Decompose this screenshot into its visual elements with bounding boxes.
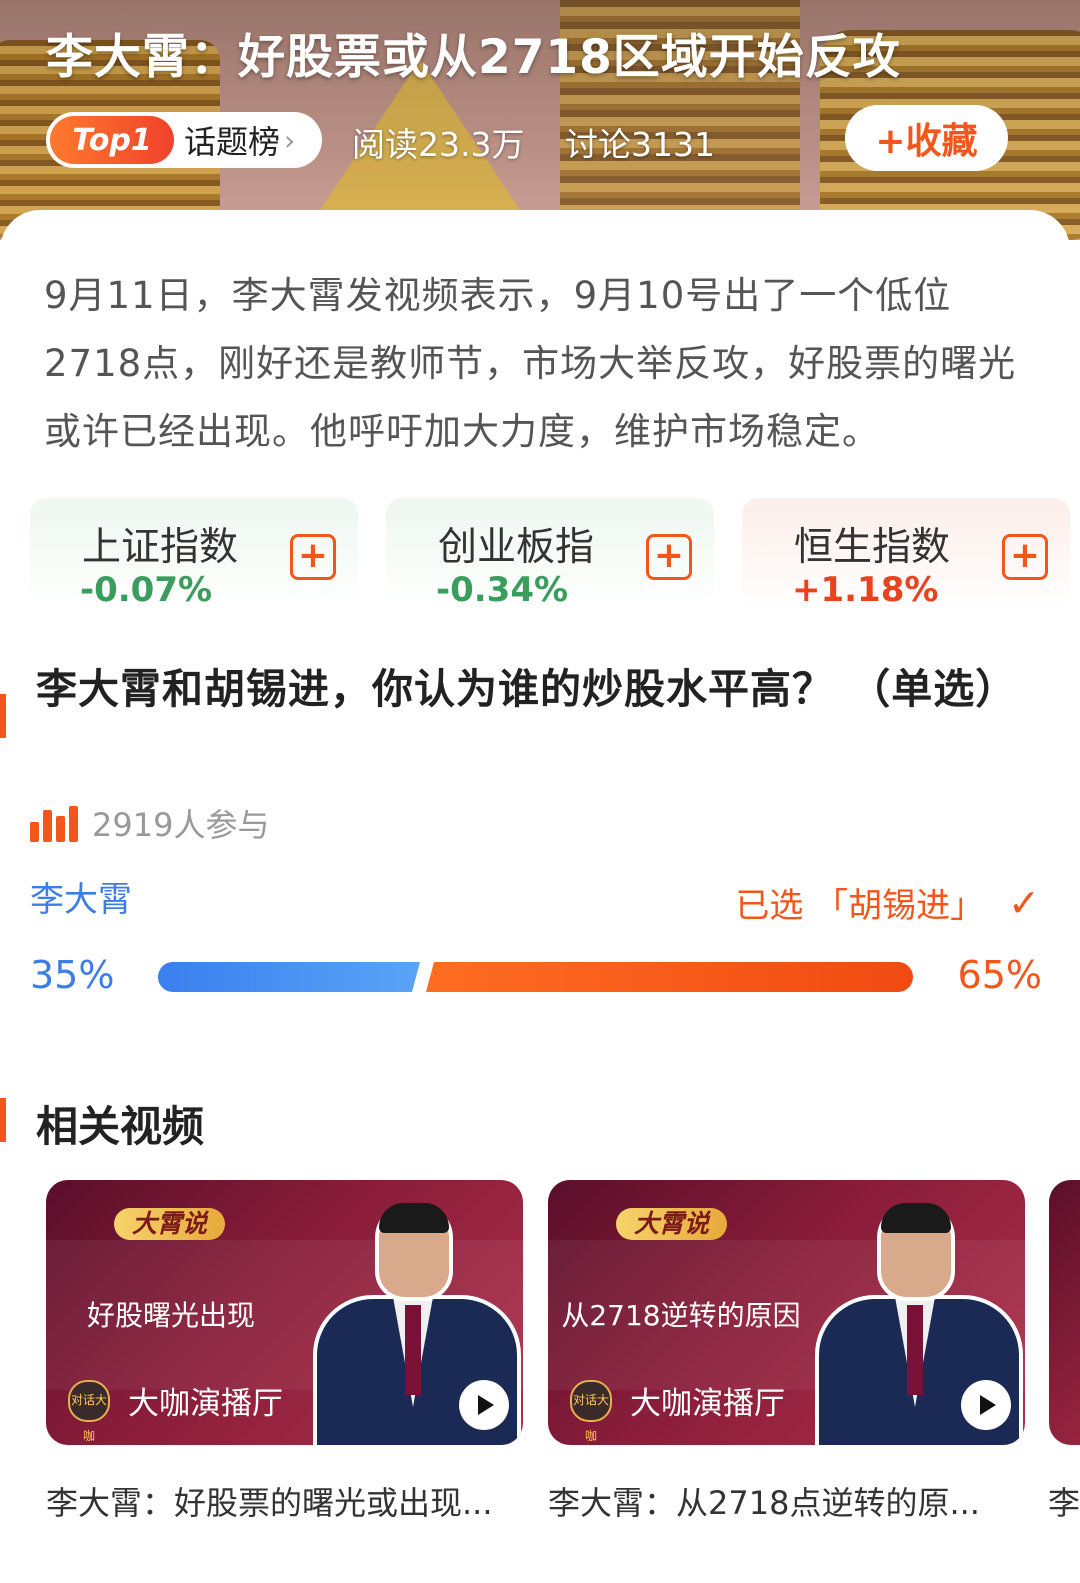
index-name: 上证指数 (82, 525, 239, 570)
index-card-shanghai[interactable]: 上证指数 -0.07% + (30, 498, 358, 610)
poll-participants: 2919人参与 (30, 800, 269, 846)
channel-avatar: 对话大咖 (570, 1379, 612, 1443)
video-caption[interactable]: 李大霄：从2718点逆转的原... (548, 1478, 1028, 1524)
index-change: +1.18% (792, 570, 939, 610)
bar-chart-icon (30, 804, 78, 842)
video-tag: 大霄说 (114, 1208, 226, 1240)
add-watchlist-icon[interactable]: + (290, 534, 336, 580)
play-icon[interactable] (459, 1380, 509, 1430)
index-name: 创业板指 (438, 525, 595, 570)
discussion-count: 讨论3131 (564, 125, 715, 164)
video-channel: 对话大咖 大咖演播厅 (68, 1378, 283, 1443)
poll-right-percent: 65% (957, 953, 1042, 997)
video-card[interactable]: 大霄说 好股曙光出现 对话大咖 大咖演播厅 (46, 1180, 523, 1445)
section-accent-bar (0, 1098, 6, 1142)
video-channel: 对话大咖 大咖演播厅 (570, 1378, 785, 1443)
poll-option-left[interactable]: 李大霄 (30, 872, 132, 921)
index-name: 恒生指数 (794, 525, 951, 570)
topic-banner: 李大霄：好股票或从2718区域开始反攻 Top1 话题榜 › 阅读23.3万 讨… (0, 0, 1080, 240)
channel-avatar: 对话大咖 (68, 1379, 110, 1443)
poll-left-percent: 35% (30, 953, 115, 997)
topic-rank-link[interactable]: Top1 话题榜 › (46, 112, 322, 168)
video-card-partial[interactable] (1049, 1180, 1080, 1445)
video-caption[interactable]: 李大霄：好股票的曙光或出现... (46, 1478, 526, 1524)
related-videos-title: 相关视频 (36, 1102, 205, 1151)
channel-name: 大咖演播厅 (630, 1386, 785, 1422)
video-card[interactable]: 大霄说 从2718逆转的原因 对话大咖 大咖演播厅 (548, 1180, 1025, 1445)
poll-selected-option: 已选 「胡锡进」 ✓ (735, 878, 1040, 927)
selected-label: 已选 「胡锡进」 (735, 886, 985, 926)
check-icon: ✓ (1008, 880, 1040, 925)
participant-count: 2919人参与 (92, 806, 270, 844)
poll-bar-right (426, 962, 913, 992)
rank-badge: Top1 (50, 116, 174, 164)
section-accent-bar (0, 694, 6, 738)
index-change: -0.07% (80, 570, 213, 610)
add-watchlist-icon[interactable]: + (646, 534, 692, 580)
topic-title: 李大霄：好股票或从2718区域开始反攻 (46, 30, 901, 85)
video-caption-partial[interactable]: 李 (1048, 1478, 1080, 1524)
poll-bar-left (158, 962, 420, 992)
add-watchlist-icon[interactable]: + (1002, 534, 1048, 580)
poll-question: 李大霄和胡锡进，你认为谁的炒股水平高？ （单选） (36, 665, 1018, 713)
video-headline: 从2718逆转的原因 (561, 1299, 801, 1332)
index-card-hangseng[interactable]: 恒生指数 +1.18% + (742, 498, 1070, 610)
chevron-right-icon: › (284, 123, 296, 157)
channel-name: 大咖演播厅 (128, 1386, 283, 1422)
rank-label: 话题榜 (184, 123, 281, 161)
topic-summary: 9月11日，李大霄发视频表示，9月10号出了一个低位2718点，刚好还是教师节，… (44, 274, 1017, 453)
poll-result-bar (158, 962, 913, 992)
video-headline: 好股曙光出现 (86, 1299, 255, 1332)
play-icon[interactable] (961, 1380, 1011, 1430)
topic-summary-card: 9月11日，李大霄发视频表示，9月10号出了一个低位2718点，刚好还是教师节，… (0, 210, 1070, 480)
topic-stats: 阅读23.3万 讨论3131 (352, 118, 745, 166)
collect-button[interactable]: +收藏 (845, 105, 1008, 171)
index-change: -0.34% (436, 570, 569, 610)
index-card-chinext[interactable]: 创业板指 -0.34% + (386, 498, 714, 610)
video-tag: 大霄说 (616, 1208, 728, 1240)
read-count: 阅读23.3万 (352, 125, 525, 164)
